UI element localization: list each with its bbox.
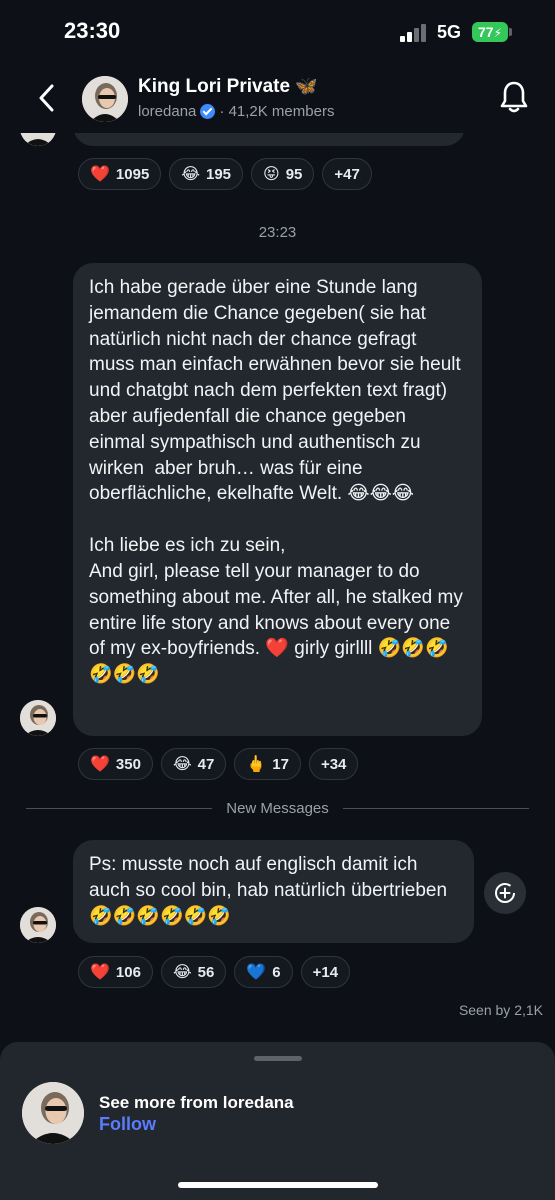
channel-title[interactable]: King Lori Private 🦋 xyxy=(138,76,318,98)
channel-title-text: King Lori Private xyxy=(138,76,291,97)
message-bubble[interactable]: Ich habe gerade über eine Stunde lang je… xyxy=(73,263,482,736)
time-separator: 23:23 xyxy=(258,224,297,241)
reaction-chip[interactable]: 🖕 17 xyxy=(234,748,301,780)
status-time: 23:30 xyxy=(64,18,121,43)
reaction-chip[interactable]: 😂 47 xyxy=(160,748,227,780)
battery-cap xyxy=(509,28,512,36)
laugh-cry-icon: 😂 xyxy=(172,756,192,773)
sheet-title: See more from loredana xyxy=(99,1093,294,1112)
follow-button[interactable]: Follow xyxy=(99,1114,156,1135)
reactions-row: ❤️ 1095 😂 195 😝 95 +47 xyxy=(78,158,372,190)
reaction-chip[interactable]: 😂 56 xyxy=(160,956,227,988)
battery-level: 77 xyxy=(477,24,494,40)
reaction-chip[interactable]: ❤️ 106 xyxy=(78,956,153,988)
back-chevron-icon[interactable] xyxy=(36,84,58,112)
verified-badge-icon xyxy=(200,104,216,119)
reaction-chip[interactable]: 😂 195 xyxy=(169,158,244,190)
sheet-handle[interactable] xyxy=(254,1056,302,1061)
seen-by-label: Seen by 2,1K xyxy=(458,1002,543,1018)
channel-subtitle: loredana · 41,2K members xyxy=(138,103,334,120)
butterfly-icon: 🦋 xyxy=(295,76,318,96)
divider-line xyxy=(26,808,213,809)
sender-avatar[interactable] xyxy=(20,700,56,736)
heart-icon: ❤️ xyxy=(90,756,110,773)
new-messages-divider: New Messages xyxy=(26,800,530,817)
reactions-row: ❤️ 350 😂 47 🖕 17 +34 xyxy=(78,748,359,780)
reaction-more-chip[interactable]: +14 xyxy=(300,956,351,988)
heart-icon: ❤️ xyxy=(90,964,110,981)
bell-icon[interactable] xyxy=(500,80,528,114)
new-messages-label: New Messages xyxy=(226,800,329,817)
reaction-more-chip[interactable]: +47 xyxy=(322,158,372,190)
follow-sheet xyxy=(0,1042,555,1200)
message-text: Ps: musste noch auf englisch damit ich a… xyxy=(89,854,453,927)
signal-icon xyxy=(400,24,428,42)
tongue-face-icon: 😝 xyxy=(263,166,280,183)
battery-icon: 77⚡ xyxy=(472,22,508,42)
channel-avatar[interactable] xyxy=(82,76,128,122)
reaction-chip[interactable]: ❤️ 350 xyxy=(78,748,153,780)
sender-avatar[interactable] xyxy=(20,907,56,943)
network-label: 5G xyxy=(437,22,462,42)
reaction-chip[interactable]: ❤️ 1095 xyxy=(78,158,162,190)
reaction-chip[interactable]: 💙 6 xyxy=(234,956,293,988)
sender-avatar xyxy=(20,133,56,146)
message-bubble[interactable]: Ps: musste noch auf englisch damit ich a… xyxy=(73,840,474,943)
creator-avatar[interactable] xyxy=(22,1082,84,1144)
add-reaction-icon[interactable] xyxy=(484,872,526,914)
reactions-row: ❤️ 106 😂 56 💙 6 +14 xyxy=(78,956,351,988)
divider-line xyxy=(342,808,530,809)
channel-username: loredana xyxy=(138,103,197,120)
home-indicator[interactable] xyxy=(178,1182,378,1188)
middle-finger-icon: 🖕 xyxy=(246,756,267,773)
message-text: Ich habe gerade über eine Stunde lang je… xyxy=(89,277,467,505)
laugh-cry-icon: 😂 xyxy=(172,964,192,981)
laugh-cry-icon: 😂 xyxy=(181,166,200,183)
reaction-chip[interactable]: 😝 95 xyxy=(251,158,315,190)
heart-icon: ❤️ xyxy=(90,166,110,183)
blue-heart-icon: 💙 xyxy=(246,964,267,981)
message-text: Ich liebe es ich zu sein, And girl, plea… xyxy=(89,535,463,686)
member-count: · 41,2K members xyxy=(219,103,335,120)
reaction-more-chip[interactable]: +34 xyxy=(308,748,359,780)
